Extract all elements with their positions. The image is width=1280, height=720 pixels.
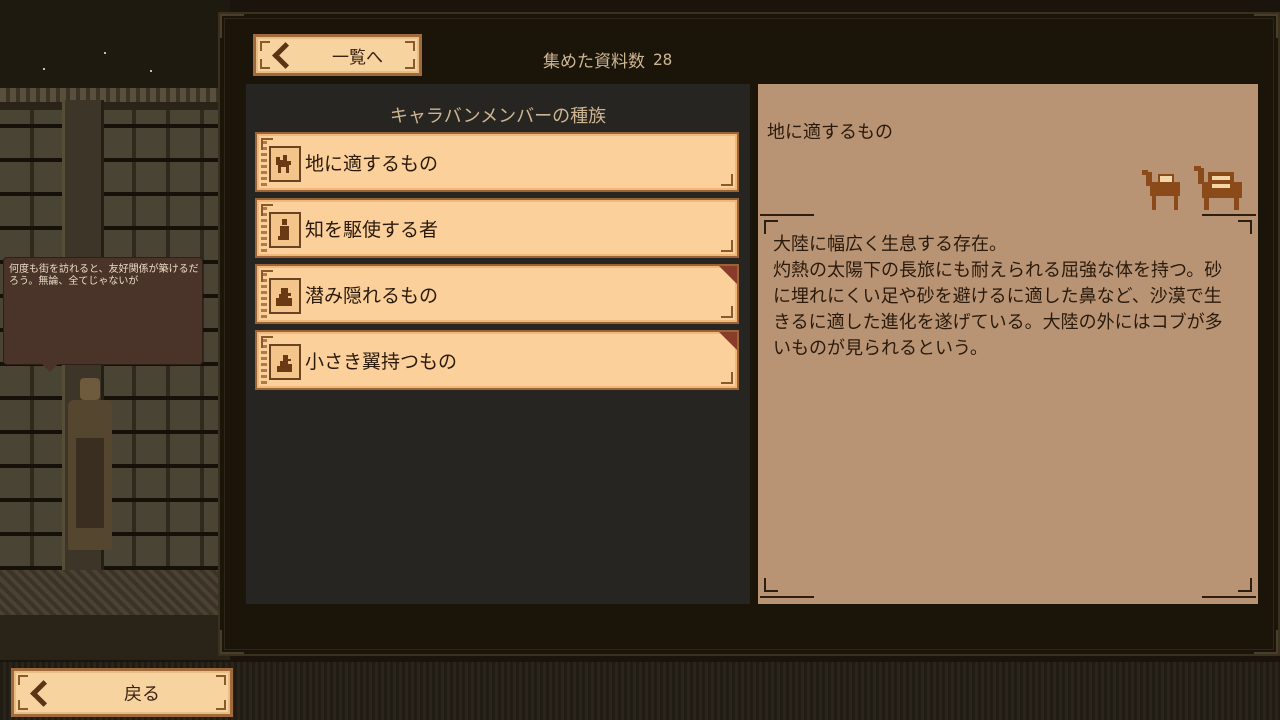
back-button-label: 戻る <box>124 683 160 705</box>
list-item-label: 潜み隠れるもの <box>305 284 439 307</box>
bird-icon <box>269 344 301 380</box>
list-item-small-winged[interactable]: 小さき翼持つもの <box>257 332 737 388</box>
camel-icon <box>269 146 301 182</box>
speech-tail <box>42 364 58 372</box>
floor-pattern <box>0 570 230 615</box>
back-to-list-button[interactable]: 一覧へ <box>256 37 419 73</box>
npc-speech-bubble: 何度も街を訪れると、友好関係が築けるだろう。無論、全てじゃないが <box>4 258 202 372</box>
detail-description: 大陸に幅広く生息する存在。 灼熱の太陽下の長旅にも耐えられる屈強な体を持つ。砂に… <box>773 234 1223 359</box>
list-item-ground-adapted[interactable]: 地に適するもの <box>257 134 737 190</box>
npc-speech-text: 何度も街を訪れると、友好関係が築けるだろう。無論、全てじゃないが <box>9 264 199 287</box>
night-sky <box>0 0 230 90</box>
frame-corner <box>220 14 244 38</box>
list-item-knowledge-users[interactable]: 知を駆使する者 <box>257 200 737 256</box>
wall-frieze <box>0 88 230 102</box>
back-to-list-label: 一覧へ <box>332 47 383 68</box>
list-item-hidden-ones[interactable]: 潜み隠れるもの <box>257 266 737 322</box>
star <box>150 70 152 72</box>
collected-number: 28 <box>653 49 673 69</box>
new-flag-icon <box>719 332 737 350</box>
chevron-left-icon <box>272 42 299 69</box>
list-item-label: 地に適するもの <box>305 152 439 175</box>
frame-corner <box>220 630 244 654</box>
frame-corner <box>1254 14 1278 38</box>
lurker-icon <box>269 278 301 314</box>
camel-pair-icon <box>1142 162 1246 212</box>
list-item-label: 小さき翼持つもの <box>305 350 458 373</box>
category-list-panel: キャラバンメンバーの種族 地に適するもの 知を駆使する者 潜み隠れるもの 小さき… <box>246 84 750 604</box>
collected-count: 集めた資料数 28 <box>543 47 673 72</box>
star <box>43 68 45 70</box>
chevron-left-icon <box>30 679 57 707</box>
list-item-label: 知を駆使する者 <box>305 218 439 241</box>
frame-corner <box>1254 630 1278 654</box>
ornament-corner <box>760 570 814 598</box>
new-flag-icon <box>719 266 737 284</box>
back-button[interactable]: 戻る <box>14 671 230 714</box>
star <box>104 52 106 54</box>
detail-title: 地に適するもの <box>767 122 893 143</box>
npc-character <box>58 378 122 558</box>
collected-label: 集めた資料数 <box>543 51 645 72</box>
human-icon <box>269 212 301 248</box>
detail-panel: 地に適するもの 大陸に幅広く生息する存在。 灼熱の太陽下の長旅にも耐えられる屈強… <box>758 84 1258 604</box>
list-title: キャラバンメンバーの種族 <box>389 106 607 127</box>
ornament-corner <box>1202 570 1256 598</box>
